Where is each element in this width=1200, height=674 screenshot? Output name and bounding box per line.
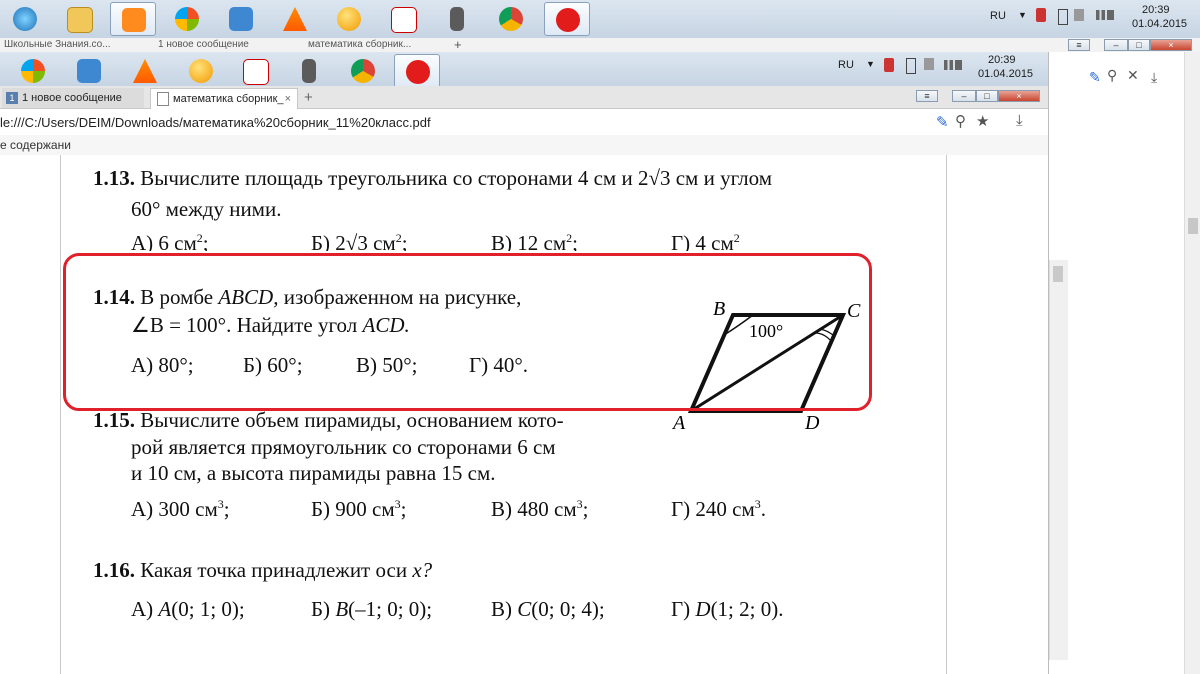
highlight-annotation (63, 253, 872, 411)
problem-1-16-answer-d: Г) D(1; 2; 0). (671, 597, 784, 621)
outer-scrollbar-thumb[interactable] (1188, 218, 1198, 234)
outer-close-button[interactable]: × (1150, 39, 1192, 51)
windows-flag-icon[interactable] (10, 54, 56, 88)
close-icon[interactable]: × (285, 89, 291, 109)
maximize-button[interactable]: □ (976, 90, 998, 102)
tab-label: 1 новое сообщение (22, 92, 122, 104)
page-icon (157, 92, 169, 107)
problem-1-15-answer-a: А) 300 см3; (131, 497, 230, 521)
problem-1-15-line2: рой является прямоугольник со сторонами … (131, 435, 556, 459)
yandex-y-icon[interactable] (544, 2, 590, 36)
inner-tab-messages[interactable]: 1 1 новое сообщение (2, 88, 144, 108)
outer-download-icon[interactable]: ⤓ (1151, 69, 1157, 86)
speaker-icon[interactable] (1074, 9, 1084, 21)
problem-1-13-answer-c: В) 12 см2; (491, 231, 578, 251)
outer-taskbar: RU ▼ 20:39 01.04.2015 (0, 0, 1200, 39)
pen-icon[interactable]: ✎ (1089, 69, 1101, 86)
counter-strike-icon[interactable] (434, 2, 480, 36)
outer-menu-icon[interactable]: ≡ (1068, 39, 1090, 51)
outer-minimize-button[interactable]: – (1104, 39, 1128, 51)
star-icon[interactable]: ★ (976, 112, 989, 130)
yandex-y-icon[interactable] (394, 54, 440, 88)
inner-clock-date[interactable]: 01.04.2015 (978, 68, 1033, 80)
orange-ball-icon[interactable] (178, 54, 224, 88)
problem-1-13-line1: 1.13. Вычислите площадь треугольника со … (93, 166, 772, 190)
windows-orb-icon[interactable] (2, 2, 48, 36)
language-indicator[interactable]: RU (990, 10, 1006, 22)
problem-1-13-answer-d: Г) 4 см2 (671, 231, 740, 251)
speaker-icon[interactable] (924, 58, 934, 70)
vertex-label-a: A (671, 412, 686, 431)
outer-tab-school[interactable]: Школьные Знания.со... (4, 38, 129, 52)
zoom-icon[interactable]: ⚲ (955, 112, 966, 130)
bookmarks-bar: е содержани (0, 135, 1048, 156)
clock-date[interactable]: 01.04.2015 (1132, 18, 1187, 30)
problem-1-15-answer-b: Б) 900 см3; (311, 497, 407, 521)
pdf-viewer: 1.13. Вычислите площадь треугольника со … (0, 155, 1048, 674)
signal-bars-icon[interactable] (1096, 10, 1114, 20)
media-player-icon[interactable] (110, 2, 156, 36)
address-input[interactable]: le:///C:/Users/DEIM/Downloads/математика… (0, 115, 431, 130)
outer-maximize-button[interactable]: □ (1128, 39, 1150, 51)
zoom-icon[interactable]: ⚲ (1107, 67, 1117, 84)
chevron-down-icon[interactable]: ▼ (1018, 10, 1027, 20)
windows-flag-icon[interactable] (164, 2, 210, 36)
flash-f-icon[interactable] (232, 54, 278, 88)
vlc-cone-icon[interactable] (272, 2, 318, 36)
minimize-button[interactable]: – (952, 90, 976, 102)
flash-f-icon[interactable] (380, 2, 426, 36)
inner-tab-strip: 1 1 новое сообщение математика сборник_ ×… (0, 86, 1048, 109)
problem-1-16-answer-b: Б) B(–1; 0; 0); (311, 597, 433, 621)
battery-icon[interactable] (906, 58, 916, 74)
menu-icon[interactable]: ≡ (916, 90, 938, 102)
close-button[interactable]: × (998, 90, 1040, 102)
new-tab-button[interactable]: + (304, 88, 313, 108)
problem-1-15-line3: и 10 см, а высота пирамиды равна 15 см. (131, 461, 496, 485)
inner-clock-time[interactable]: 20:39 (988, 54, 1016, 66)
inner-taskbar: RU ▼ 20:39 01.04.2015 (0, 52, 1048, 88)
signal-bars-icon[interactable] (944, 60, 962, 70)
clock-time[interactable]: 20:39 (1142, 4, 1170, 16)
vlc-cone-icon[interactable] (122, 54, 168, 88)
outer-scrollbar[interactable] (1184, 52, 1200, 674)
pdf-page: 1.13. Вычислите площадь треугольника со … (60, 155, 947, 674)
outer-tab-strip: Школьные Знания.со... 1 новое сообщение … (0, 38, 1200, 53)
bookmark-item[interactable]: е содержани (0, 138, 71, 152)
vertex-label-d: D (804, 412, 820, 431)
problem-1-13-line2: 60° между ними. (131, 197, 282, 221)
tab-label: математика сборник_ (173, 93, 284, 105)
problem-1-15-answer-d: Г) 240 см3. (671, 497, 766, 521)
inner-scrollbar-thumb[interactable] (1053, 266, 1063, 282)
problem-1-16-answer-c: В) C(0; 0; 4); (491, 597, 605, 621)
inner-tab-math[interactable]: математика сборник_ × (150, 88, 298, 109)
tab-badge: 1 (6, 92, 18, 104)
music-clef-icon[interactable] (66, 54, 112, 88)
problem-1-13-answer-a: А) 6 см2; (131, 231, 209, 251)
orange-ball-icon[interactable] (326, 2, 372, 36)
outer-new-tab-button[interactable]: + (454, 38, 462, 52)
outer-tab-messages[interactable]: 1 новое сообщение (158, 38, 278, 52)
explorer-folder-icon[interactable] (56, 2, 102, 36)
problem-1-16-answer-a: А) A(0; 1; 0); (131, 597, 245, 621)
chrome-icon[interactable] (488, 2, 534, 36)
flag-alert-icon[interactable] (1036, 8, 1046, 22)
inner-scrollbar-track[interactable] (1049, 260, 1068, 660)
chrome-icon[interactable] (340, 54, 386, 88)
download-icon[interactable]: ⤓ (1016, 112, 1023, 129)
problem-1-15-answer-c: В) 480 см3; (491, 497, 589, 521)
battery-icon[interactable] (1058, 9, 1068, 25)
problem-1-15-line1: 1.15. Вычислите объем пирамиды, основани… (93, 408, 564, 432)
chevron-down-icon[interactable]: ▼ (866, 59, 875, 69)
flag-alert-icon[interactable] (884, 58, 894, 72)
problem-1-16-line1: 1.16. Какая точка принадлежит оси x? (93, 558, 433, 582)
address-bar[interactable]: le:///C:/Users/DEIM/Downloads/математика… (0, 109, 1048, 136)
outer-tab-math[interactable]: математика сборник... (308, 38, 428, 52)
counter-strike-icon[interactable] (286, 54, 332, 88)
problem-1-13-answer-b: Б) 2√3 см2; (311, 231, 408, 251)
inner-language-indicator[interactable]: RU (838, 59, 854, 71)
outer-close-search-icon[interactable]: ✕ (1127, 67, 1139, 84)
music-clef-icon[interactable] (218, 2, 264, 36)
outer-toolbar-area: ✎ ⚲ ✕ ⤓ (1049, 52, 1184, 674)
pen-icon[interactable]: ✎ (936, 113, 949, 131)
